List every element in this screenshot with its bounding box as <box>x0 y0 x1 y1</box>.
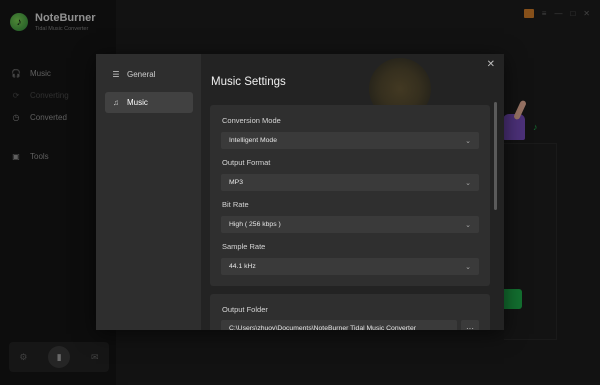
scrollbar-thumb[interactable] <box>494 102 497 210</box>
conversion-mode-label: Conversion Mode <box>222 116 281 125</box>
settings-nav-general[interactable]: ☰ General <box>105 64 193 85</box>
music-note-icon: ♫ <box>113 98 119 107</box>
select-value: 44.1 kHz <box>229 263 256 270</box>
chevron-down-icon: ⌄ <box>465 137 471 145</box>
settings-nav-label: General <box>127 70 156 79</box>
chevron-down-icon: ⌄ <box>465 179 471 187</box>
select-value: Intelligent Mode <box>229 137 277 144</box>
bit-rate-select[interactable]: High ( 256 kbps ) ⌄ <box>221 216 479 233</box>
settings-nav-label: Music <box>127 98 148 107</box>
conversion-mode-select[interactable]: Intelligent Mode ⌄ <box>221 132 479 149</box>
output-folder-label: Output Folder <box>222 305 268 314</box>
chevron-down-icon: ⌄ <box>465 221 471 229</box>
music-settings-card: Conversion Mode Intelligent Mode ⌄ Outpu… <box>210 105 490 286</box>
select-value: MP3 <box>229 179 243 186</box>
bit-rate-label: Bit Rate <box>222 200 249 209</box>
close-icon[interactable]: ✕ <box>487 59 495 70</box>
settings-dialog: ☰ General ♫ Music Music Settings ✕ Conve… <box>96 54 504 330</box>
sliders-icon: ☰ <box>112 70 120 79</box>
sample-rate-select[interactable]: 44.1 kHz ⌄ <box>221 258 479 275</box>
chevron-down-icon: ⌄ <box>465 263 471 271</box>
dialog-title: Music Settings <box>211 76 286 88</box>
select-value: High ( 256 kbps ) <box>229 221 281 228</box>
output-folder-card: Output Folder C:\Users\zhuoy\Documents\N… <box>210 294 490 330</box>
output-format-select[interactable]: MP3 ⌄ <box>221 174 479 191</box>
settings-scrollbar[interactable] <box>494 102 497 302</box>
sample-rate-label: Sample Rate <box>222 242 266 251</box>
browse-folder-button[interactable]: ··· <box>461 320 479 330</box>
output-folder-field[interactable]: C:\Users\zhuoy\Documents\NoteBurner Tida… <box>221 320 457 330</box>
output-format-label: Output Format <box>222 158 271 167</box>
settings-content: Music Settings ✕ Conversion Mode Intelli… <box>201 54 504 330</box>
settings-nav: ☰ General ♫ Music <box>96 54 201 330</box>
settings-nav-music[interactable]: ♫ Music <box>105 92 193 113</box>
